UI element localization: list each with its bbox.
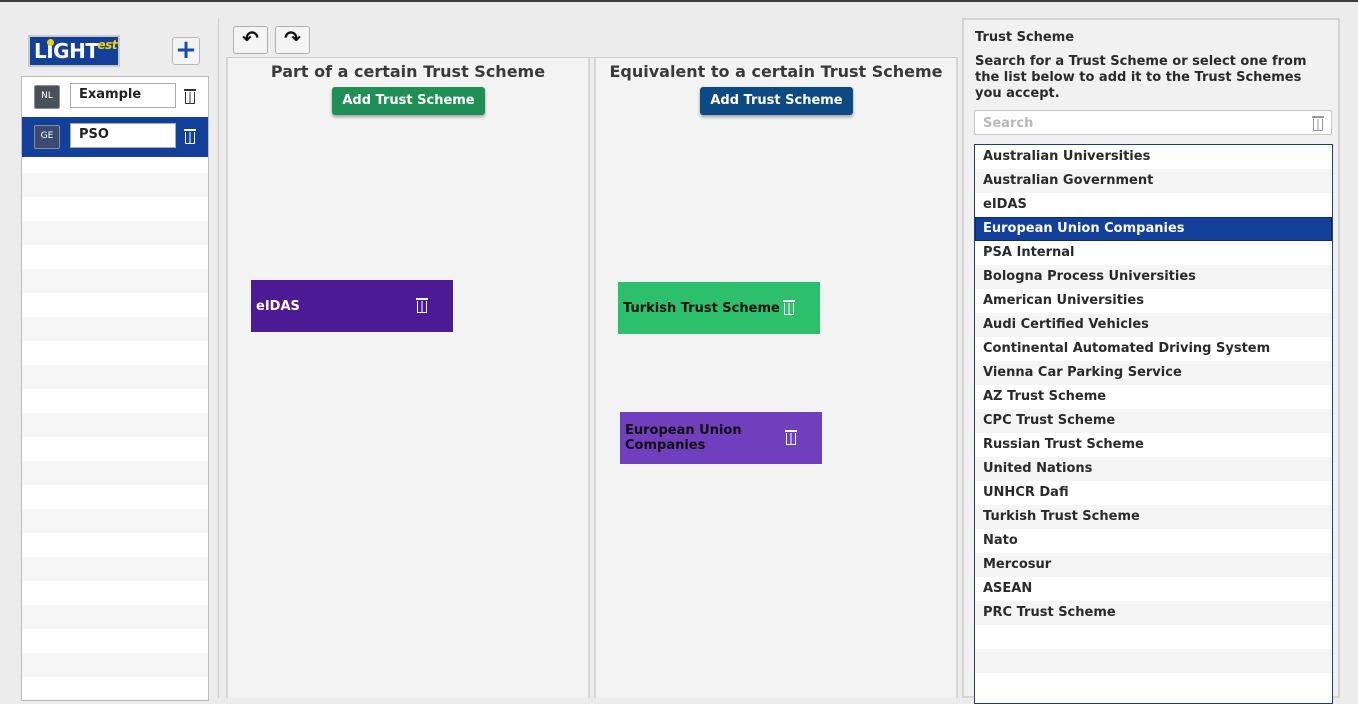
trust-scheme-panel: Trust Scheme Search for a Trust Scheme o…	[962, 18, 1340, 704]
delete-card-icon[interactable]	[415, 297, 429, 314]
scheme-list-empty-row	[975, 649, 1332, 673]
policy-name-field[interactable]: Example	[70, 83, 176, 108]
add-trust-scheme-button[interactable]: Add Trust Scheme	[332, 87, 485, 115]
scheme-card-label: Turkish Trust Scheme	[623, 300, 780, 316]
scheme-list-item[interactable]: United Nations	[975, 457, 1332, 481]
scheme-list-item[interactable]: American Universities	[975, 289, 1332, 313]
scheme-list-item[interactable]: Vienna Car Parking Service	[975, 361, 1332, 385]
clear-search-icon[interactable]	[1311, 115, 1325, 132]
add-trust-scheme-button[interactable]: Add Trust Scheme	[700, 87, 853, 115]
scheme-card-turkish[interactable]: Turkish Trust Scheme	[618, 282, 820, 334]
lightbulb-icon	[47, 39, 54, 46]
scheme-list-item[interactable]: Mercosur	[975, 553, 1332, 577]
equivalent-column: Equivalent to a certain Trust Scheme Add…	[594, 58, 958, 698]
scheme-list-empty-row	[975, 673, 1332, 697]
scheme-list-item[interactable]: UNHCR Dafi	[975, 481, 1332, 505]
policy-name-field[interactable]: PSO	[70, 123, 176, 148]
redo-icon: ↷	[284, 26, 301, 50]
plus-icon: +	[175, 35, 197, 65]
scheme-list-item[interactable]: AZ Trust Scheme	[975, 385, 1332, 409]
scheme-card-label: European Union Companies	[625, 423, 742, 453]
scheme-list-item[interactable]: Australian Government	[975, 169, 1332, 193]
scheme-card-eu-companies[interactable]: European Union Companies	[620, 412, 822, 464]
panel-title: Trust Scheme	[975, 30, 1075, 45]
delete-card-icon[interactable]	[784, 429, 798, 446]
panel-instructions: Search for a Trust Scheme or select one …	[975, 54, 1307, 101]
logo-text: LIGHT	[34, 39, 99, 63]
language-badge[interactable]: NL	[34, 85, 60, 109]
scheme-list-item[interactable]: Russian Trust Scheme	[975, 433, 1332, 457]
policy-list: NL Example GE PSO	[21, 76, 209, 701]
trust-scheme-list: Australian Universities Australian Govern…	[974, 144, 1333, 704]
column-title: Equivalent to a certain Trust Scheme	[609, 62, 943, 81]
logo-superscript: est	[97, 38, 118, 52]
scheme-list-item[interactable]: Nato	[975, 529, 1332, 553]
delete-card-icon[interactable]	[782, 299, 796, 316]
scheme-card-label: eIDAS	[256, 298, 300, 314]
policy-sidebar: LIGHTest + NL Example GE PSO	[12, 18, 219, 701]
search-input[interactable]	[975, 111, 1305, 136]
policy-row-example[interactable]: NL Example	[22, 77, 208, 117]
undo-icon: ↶	[242, 26, 259, 50]
scheme-card-eidas[interactable]: eIDAS	[251, 280, 453, 332]
scheme-list-item[interactable]: PSA Internal	[975, 241, 1332, 265]
toolbar: ↶ ↷	[226, 18, 958, 58]
column-title: Part of a certain Trust Scheme	[270, 62, 546, 81]
scheme-list-item[interactable]: Australian Universities	[975, 145, 1332, 169]
scheme-list-item[interactable]: European Union Companies	[975, 217, 1332, 241]
scheme-list-item[interactable]: Bologna Process Universities	[975, 265, 1332, 289]
scheme-list-empty-row	[975, 625, 1332, 649]
scheme-list-item[interactable]: PRC Trust Scheme	[975, 601, 1332, 625]
delete-policy-icon[interactable]	[183, 128, 197, 145]
language-badge[interactable]: GE	[34, 125, 60, 149]
add-policy-button[interactable]: +	[172, 37, 200, 65]
scheme-list-item[interactable]: eIDAS	[975, 193, 1332, 217]
scheme-list-item[interactable]: Continental Automated Driving System	[975, 337, 1332, 361]
scheme-list-item[interactable]: Audi Certified Vehicles	[975, 313, 1332, 337]
policy-row-pso[interactable]: GE PSO	[22, 117, 208, 157]
delete-policy-icon[interactable]	[183, 88, 197, 105]
undo-button[interactable]: ↶	[233, 26, 268, 54]
part-of-column: Part of a certain Trust Scheme Add Trust…	[226, 58, 590, 698]
search-box	[974, 110, 1332, 136]
redo-button[interactable]: ↷	[275, 26, 310, 54]
scheme-list-item[interactable]: Turkish Trust Scheme	[975, 505, 1332, 529]
scheme-list-item[interactable]: CPC Trust Scheme	[975, 409, 1332, 433]
scheme-list-item[interactable]: ASEAN	[975, 577, 1332, 601]
lightest-logo: LIGHTest	[28, 35, 120, 67]
